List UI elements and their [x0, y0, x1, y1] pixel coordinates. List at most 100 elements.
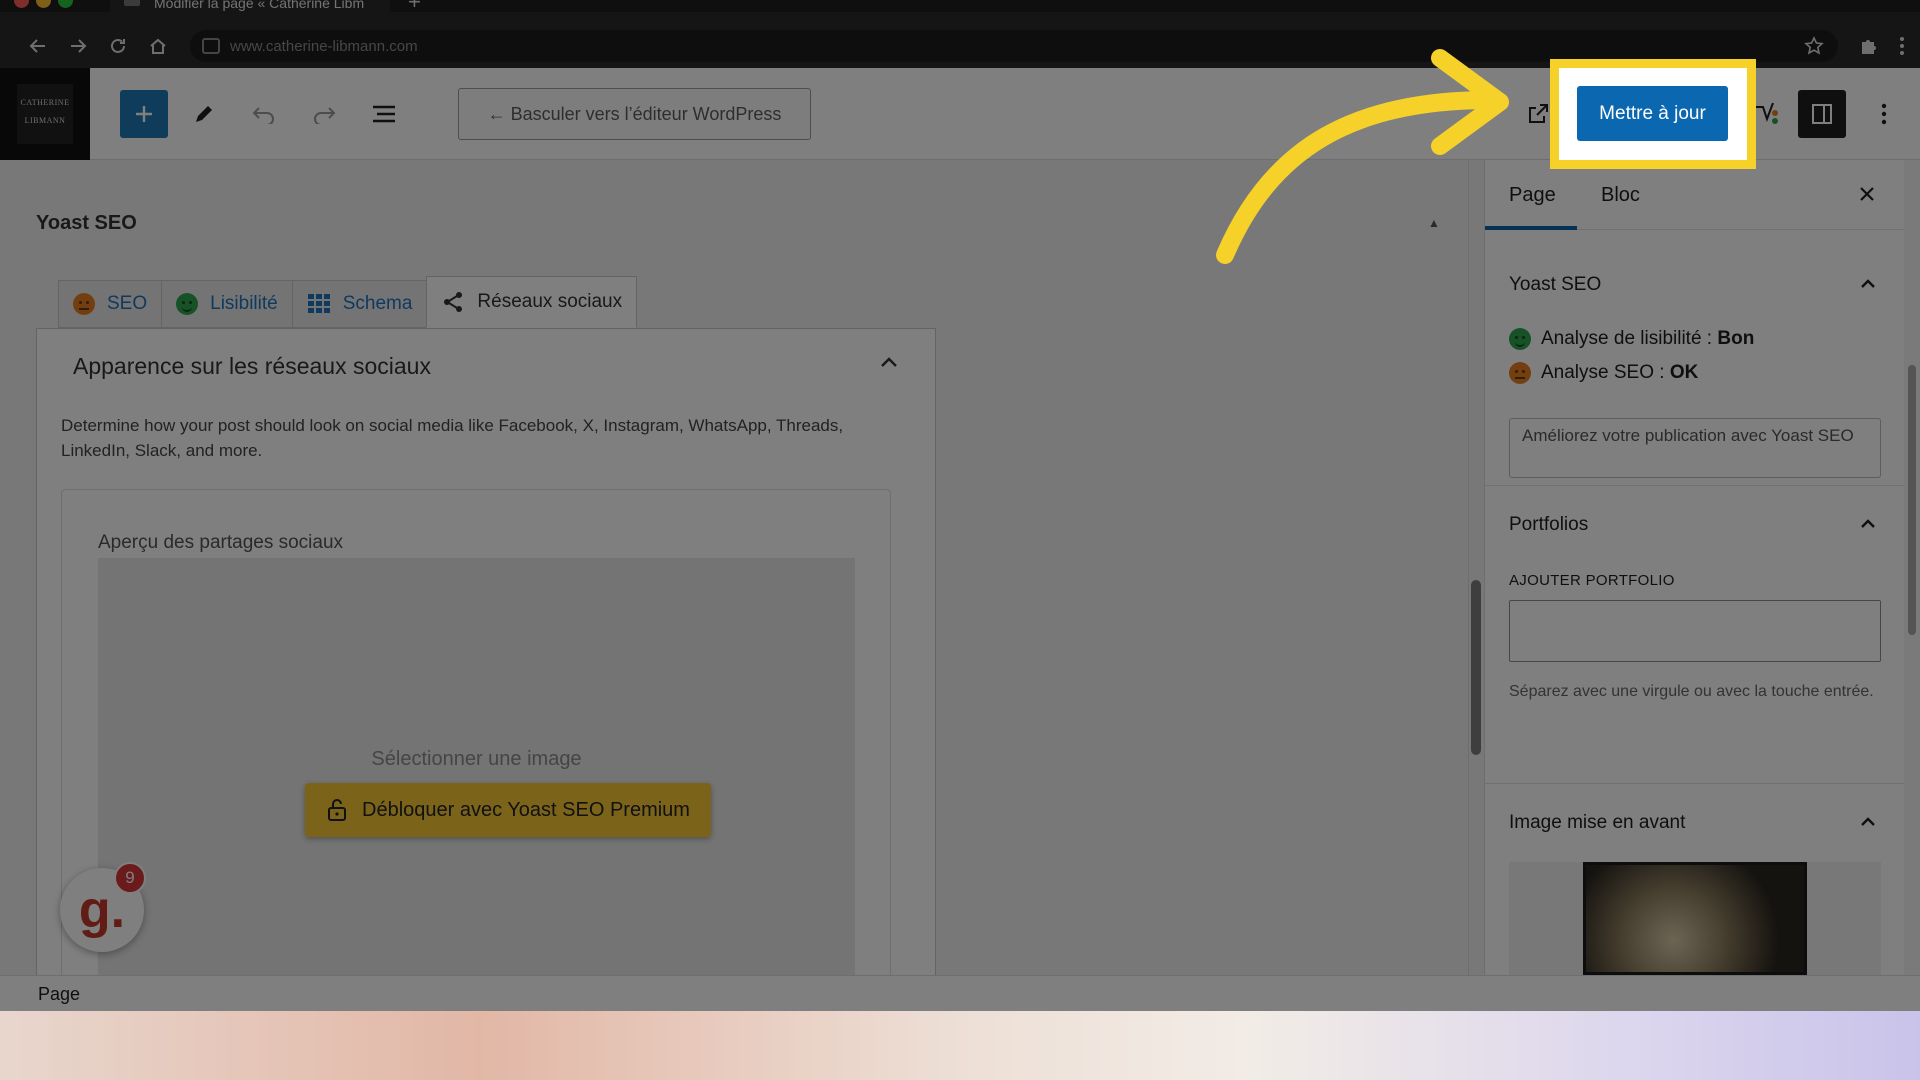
- site-info-icon[interactable]: [202, 38, 220, 54]
- portfolios-title[interactable]: Portfolios: [1509, 514, 1588, 536]
- settings-sidebar: Page Bloc Yoast SEO Analyse de lisibilit…: [1484, 160, 1905, 975]
- close-icon[interactable]: [1855, 182, 1879, 206]
- switch-to-wp-editor-button[interactable]: ← Basculer vers l’éditeur WordPress: [458, 88, 811, 140]
- tools-button[interactable]: [180, 90, 228, 138]
- readability-analysis: Analyse de lisibilité : Bon: [1509, 328, 1754, 350]
- tab-schema-label: Schema: [342, 293, 413, 314]
- chevron-up-icon[interactable]: [1859, 278, 1877, 290]
- arrow-right-icon: [71, 39, 87, 53]
- tab-title: Modifier la page « Catherine Libm: [154, 0, 365, 11]
- undo-button[interactable]: [240, 90, 288, 138]
- redo-icon: [314, 107, 336, 124]
- portfolios-section: Portfolios AJOUTER PORTFOLIO Séparez ave…: [1485, 486, 1905, 784]
- home-button[interactable]: [144, 32, 172, 60]
- window-close-button[interactable]: [14, 0, 29, 8]
- tab-seo-label: SEO: [107, 293, 148, 314]
- add-portfolio-label: AJOUTER PORTFOLIO: [1509, 572, 1675, 589]
- tab-favicon-icon: [124, 0, 140, 6]
- tab-schema[interactable]: Schema: [291, 280, 428, 328]
- address-bar[interactable]: www.catherine-libmann.com: [190, 30, 1838, 62]
- extensions-button[interactable]: [1854, 32, 1882, 60]
- readability-value: Bon: [1717, 328, 1755, 349]
- featured-image: [1583, 862, 1807, 975]
- status-bar: Page: [0, 975, 1920, 1011]
- featured-image-title[interactable]: Image mise en avant: [1509, 812, 1685, 834]
- site-logo-image: CATHERINE LIBMANN: [17, 84, 73, 144]
- notification-count-badge: 9: [114, 862, 146, 894]
- seo-score-neutral-icon: [73, 293, 95, 315]
- new-tab-button[interactable]: +: [408, 0, 421, 13]
- redo-button[interactable]: [300, 90, 348, 138]
- tab-social-label: Réseaux sociaux: [477, 291, 623, 312]
- seo-label: Analyse SEO :: [1541, 362, 1670, 383]
- kebab-icon: [1881, 103, 1887, 125]
- improve-with-yoast-button[interactable]: Améliorez votre publication avec Yoast S…: [1509, 418, 1881, 478]
- site-logo[interactable]: CATHERINE LIBMANN: [0, 68, 90, 160]
- settings-sidebar-toggle[interactable]: [1798, 90, 1846, 138]
- unlock-premium-button[interactable]: Débloquer avec Yoast SEO Premium: [305, 783, 711, 837]
- document-overview-button[interactable]: [360, 90, 408, 138]
- featured-image-preview[interactable]: [1509, 862, 1881, 975]
- list-view-icon: [373, 105, 395, 123]
- tab-readability-label: Lisibilité: [210, 293, 278, 314]
- window-maximize-button[interactable]: [58, 0, 73, 8]
- canvas-scrollbar[interactable]: [1468, 160, 1484, 975]
- seo-value: OK: [1669, 362, 1699, 383]
- lock-icon: [328, 799, 347, 821]
- tab-seo[interactable]: SEO: [58, 280, 163, 328]
- readability-label: Analyse de lisibilité :: [1541, 328, 1718, 349]
- home-icon: [150, 38, 166, 54]
- seo-ok-icon: [1509, 362, 1531, 384]
- plus-icon: [136, 106, 152, 122]
- chevron-up-icon[interactable]: [1859, 816, 1877, 828]
- sidebar-scrollbar-thumb[interactable]: [1908, 365, 1916, 635]
- reload-button[interactable]: [104, 32, 132, 60]
- editor-canvas: Yoast SEO ▲ SEO Lisibilité Schema Réseau…: [0, 160, 1468, 990]
- browser-menu-button[interactable]: [1888, 32, 1916, 60]
- readability-good-icon: [1509, 328, 1531, 350]
- tab-block[interactable]: Bloc: [1601, 184, 1640, 207]
- select-image-text: Sélectionner une image: [371, 748, 582, 770]
- chevron-up-icon[interactable]: [879, 355, 899, 369]
- seo-text: Analyse SEO : OK: [1541, 362, 1698, 384]
- tutorial-arrow-icon: [1216, 49, 1509, 264]
- puzzle-icon: [1862, 40, 1876, 54]
- yoast-metabox-title: Yoast SEO: [36, 212, 137, 234]
- breadcrumb[interactable]: Page: [38, 984, 80, 1005]
- back-button[interactable]: [24, 32, 52, 60]
- bookmark-star-icon[interactable]: [1804, 36, 1824, 56]
- browser-tab[interactable]: Modifier la page « Catherine Libm: [110, 0, 390, 12]
- tab-social[interactable]: Réseaux sociaux: [426, 276, 638, 328]
- seo-analysis: Analyse SEO : OK: [1509, 362, 1698, 384]
- undo-icon: [252, 107, 274, 124]
- readability-text: Analyse de lisibilité : Bon: [1541, 328, 1754, 350]
- arrow-left-icon: [29, 39, 45, 53]
- panel-description: Determine how your post should look on s…: [61, 416, 844, 460]
- options-menu-button[interactable]: [1860, 90, 1908, 138]
- reload-icon: [111, 38, 125, 53]
- canvas-scrollbar-thumb[interactable]: [1471, 580, 1481, 755]
- kebab-icon: [1900, 37, 1904, 55]
- forward-button[interactable]: [64, 32, 92, 60]
- sidebar-scrollbar[interactable]: [1904, 160, 1920, 975]
- pencil-icon: [196, 106, 212, 122]
- window-minimize-button[interactable]: [36, 0, 51, 8]
- social-preview-card: Aperçu des partages sociaux Sélectionner…: [61, 489, 891, 990]
- panel-title: Apparence sur les réseaux sociaux: [73, 353, 431, 379]
- desktop-background-strip: [0, 1011, 1920, 1080]
- chevron-up-icon[interactable]: [1859, 518, 1877, 530]
- tab-readability[interactable]: Lisibilité: [161, 280, 293, 328]
- url-text: www.catherine-libmann.com: [230, 38, 418, 55]
- grid-icon: [307, 294, 330, 313]
- image-placeholder[interactable]: Sélectionner une image Débloquer avec Yo…: [98, 558, 855, 990]
- yoast-sidebar-section: Yoast SEO Analyse de lisibilité : Bon An…: [1485, 246, 1905, 486]
- portfolio-help-text: Séparez avec une virgule ou avec la touc…: [1509, 683, 1874, 700]
- highlight-frame: [1550, 59, 1756, 169]
- portfolio-input[interactable]: [1509, 600, 1881, 662]
- share-icon: [444, 292, 463, 312]
- logo-line-1: CATHERINE: [20, 98, 70, 107]
- preview-label: Aperçu des partages sociaux: [98, 532, 344, 553]
- unlock-premium-label: Débloquer avec Yoast SEO Premium: [362, 798, 690, 821]
- add-block-button[interactable]: [120, 90, 168, 138]
- readability-score-good-icon: [176, 293, 199, 315]
